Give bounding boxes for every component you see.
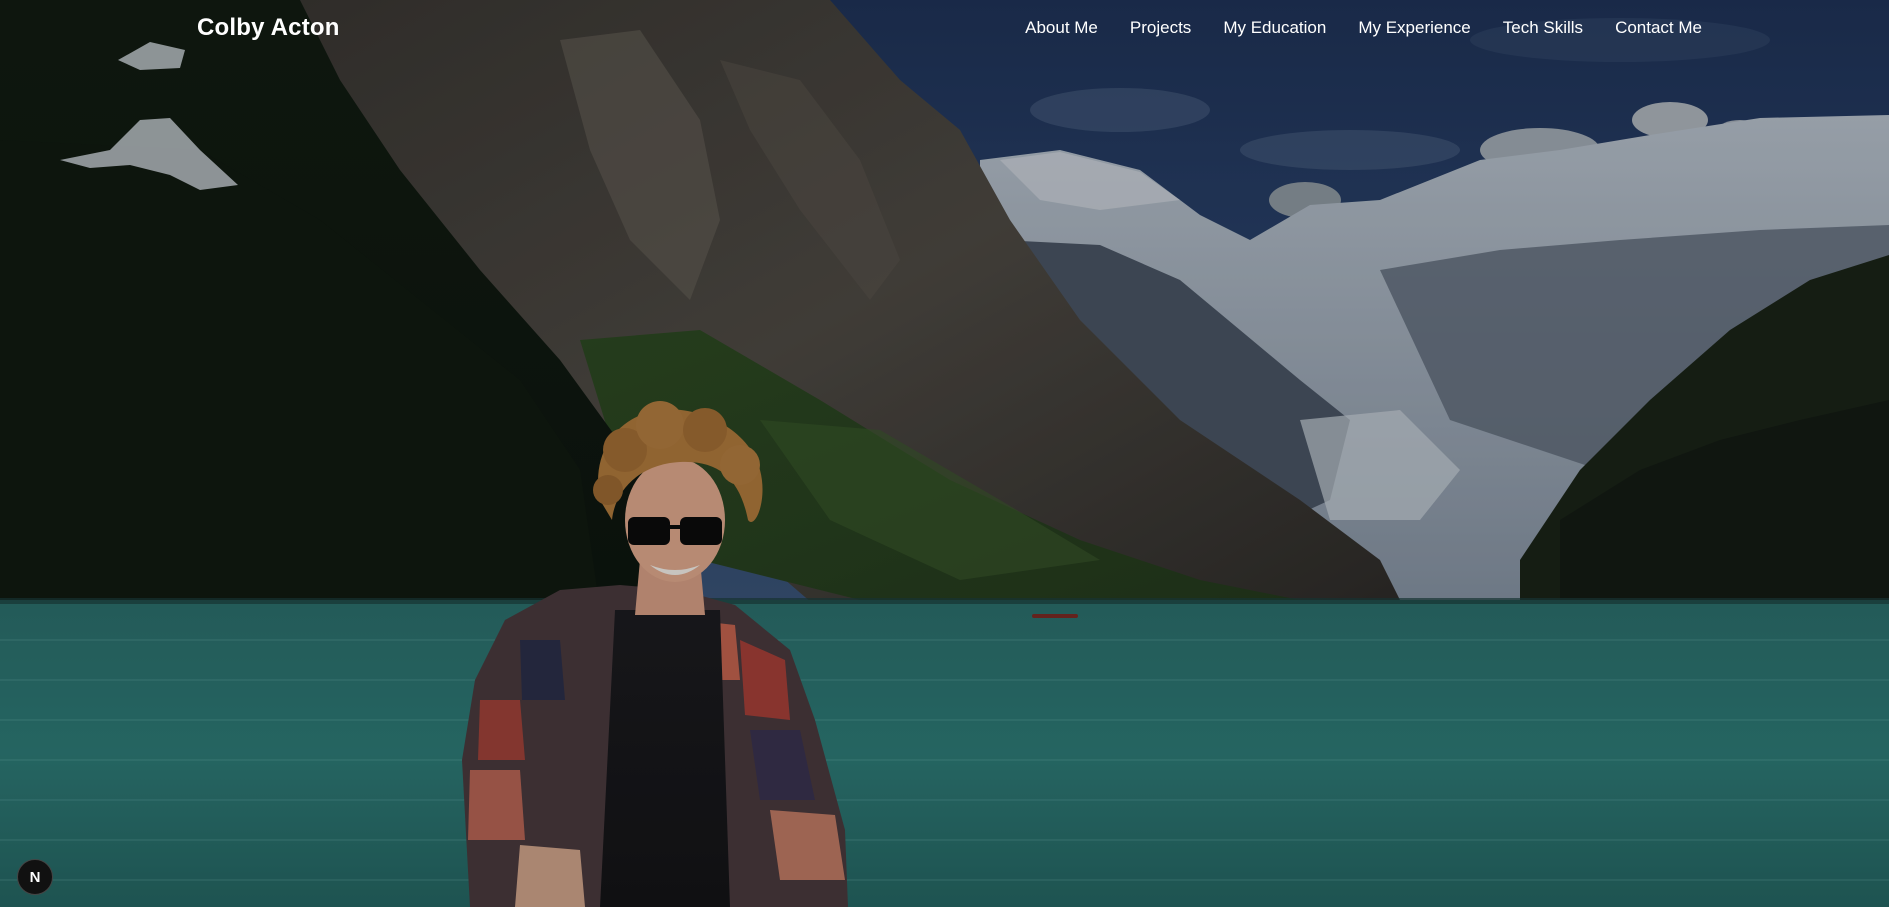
hero-background-image [0, 0, 1889, 907]
top-navbar: Colby Acton About Me Projects My Educati… [0, 0, 1889, 60]
nav-link-about-me[interactable]: About Me [1025, 18, 1098, 37]
nav-links: About Me Projects My Education My Experi… [1025, 18, 1702, 38]
nav-link-my-experience[interactable]: My Experience [1358, 18, 1470, 37]
nav-link-projects[interactable]: Projects [1130, 18, 1191, 37]
nav-item-tech-skills: Tech Skills [1503, 18, 1583, 38]
nav-link-my-education[interactable]: My Education [1223, 18, 1326, 37]
dev-badge-label: N [29, 868, 41, 886]
page: Colby Acton About Me Projects My Educati… [0, 0, 1889, 907]
nextjs-dev-indicator-icon[interactable]: N [17, 859, 53, 895]
nav-item-projects: Projects [1130, 18, 1191, 38]
nav-item-about-me: About Me [1025, 18, 1098, 38]
nav-item-contact-me: Contact Me [1615, 18, 1702, 38]
nav-link-tech-skills[interactable]: Tech Skills [1503, 18, 1583, 37]
brand-logo-link[interactable]: Colby Acton [197, 14, 340, 42]
nav-item-my-education: My Education [1223, 18, 1326, 38]
nav-item-my-experience: My Experience [1358, 18, 1470, 38]
nav-link-contact-me[interactable]: Contact Me [1615, 18, 1702, 37]
